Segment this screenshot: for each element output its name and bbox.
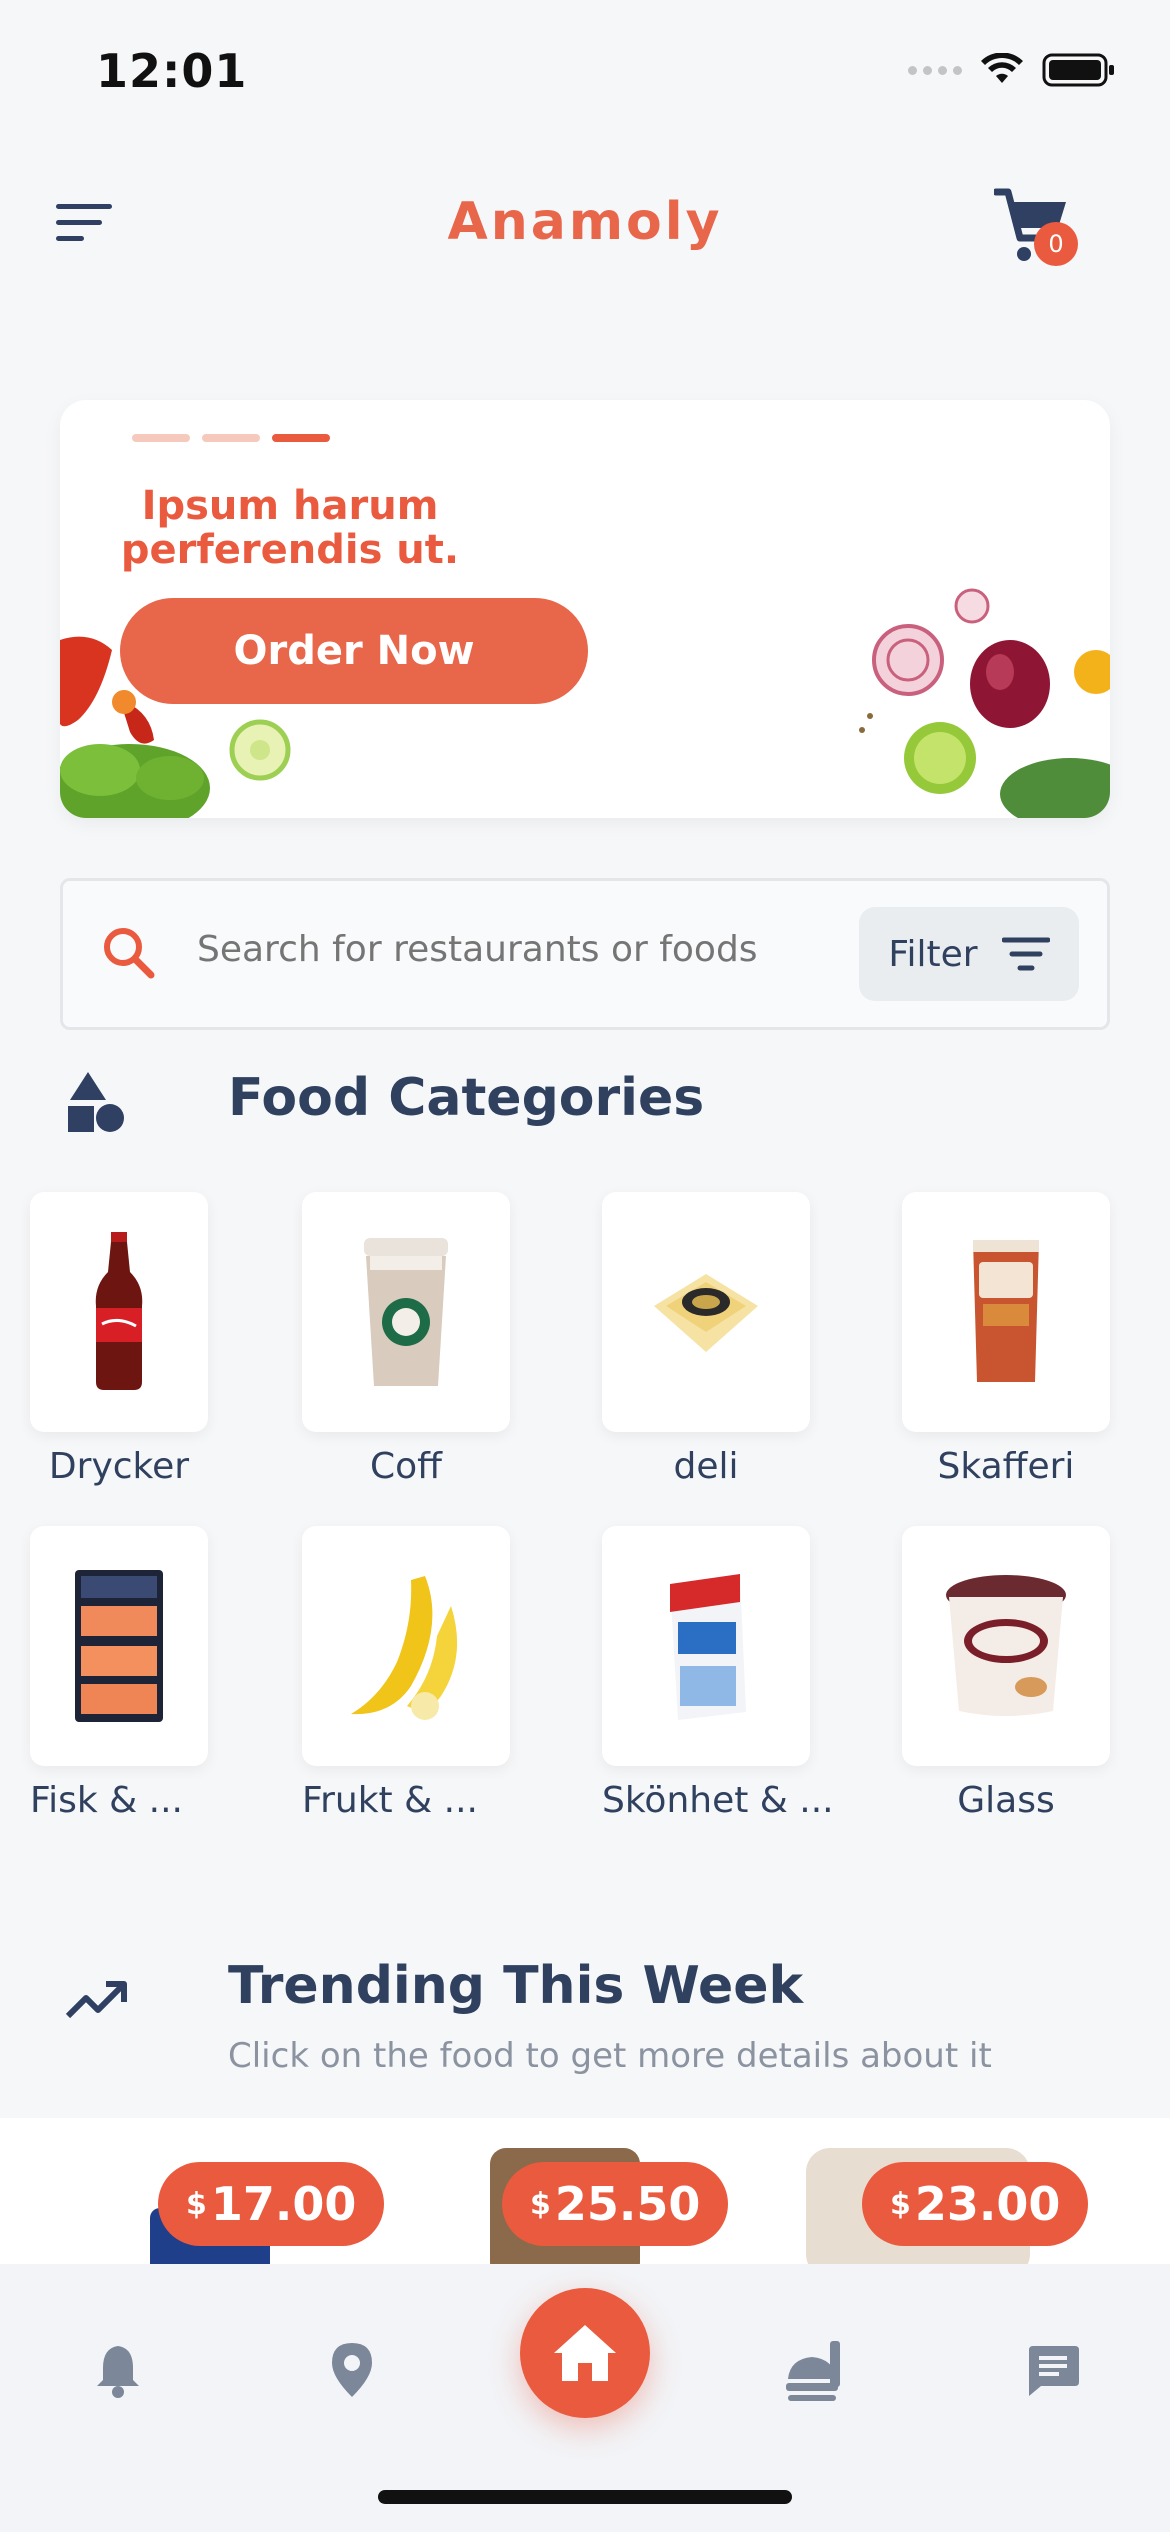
- status-time: 12:01: [96, 44, 248, 98]
- price-value: 17.00: [210, 2177, 357, 2231]
- tab-food[interactable]: [776, 2330, 856, 2410]
- search-input[interactable]: [197, 929, 757, 970]
- cart-count-badge: 0: [1034, 222, 1078, 266]
- vegetables-right-illustration: [859, 588, 1110, 818]
- category-tile-frukt[interactable]: [302, 1526, 510, 1766]
- category-label: deli: [673, 1446, 739, 1487]
- fish-package-icon: [75, 1570, 163, 1722]
- promo-banner[interactable]: Ipsum harum perferendis ut. Order Now: [60, 400, 1110, 818]
- category-label: Skafferi: [937, 1446, 1075, 1487]
- category-label: Frukt & ...: [302, 1780, 478, 1821]
- trending-subtitle: Click on the food to get more details ab…: [228, 2036, 992, 2076]
- tab-location[interactable]: [312, 2330, 392, 2410]
- shapes-icon: [68, 1072, 124, 1132]
- price-currency: $: [530, 2186, 551, 2222]
- status-indicators: [908, 52, 1116, 88]
- category-tile-deli[interactable]: [602, 1192, 810, 1432]
- pasta-bag-icon: [973, 1240, 1039, 1382]
- tab-notifications[interactable]: [78, 2330, 158, 2410]
- price-value: 25.50: [554, 2177, 701, 2231]
- soda-bottle-icon: [95, 1232, 143, 1390]
- location-pin-icon: [332, 2343, 372, 2397]
- banana-icon: [351, 1576, 458, 1720]
- filter-button[interactable]: Filter: [859, 907, 1079, 1001]
- home-indicator: [378, 2490, 792, 2504]
- vegetables-left-illustration: [60, 636, 291, 818]
- category-label: Glass: [957, 1780, 1055, 1821]
- cart-button[interactable]: 0: [992, 186, 1086, 268]
- coffee-cup-icon: [364, 1238, 448, 1386]
- tab-messages[interactable]: [1012, 2330, 1092, 2410]
- home-icon: [554, 2325, 616, 2381]
- price-currency: $: [186, 2186, 207, 2222]
- filter-label: Filter: [888, 933, 978, 975]
- cheese-icon: [654, 1274, 758, 1352]
- ice-cream-icon: [946, 1575, 1066, 1716]
- trending-title: Trending This Week: [228, 1956, 804, 2016]
- carousel-dot-active[interactable]: [272, 434, 330, 442]
- chat-icon: [1029, 2346, 1079, 2396]
- tab-home[interactable]: [520, 2288, 650, 2418]
- price-badge: $ 25.50: [502, 2162, 729, 2246]
- price-badge: $ 17.00: [158, 2162, 385, 2246]
- price-currency: $: [890, 2186, 911, 2222]
- banner-headline: Ipsum harum perferendis ut.: [120, 483, 460, 573]
- carousel-dot[interactable]: [132, 434, 190, 442]
- category-tile-fisk[interactable]: [30, 1526, 208, 1766]
- bell-icon: [97, 2346, 139, 2398]
- price-value: 23.00: [914, 2177, 1061, 2231]
- category-tile-coff[interactable]: [302, 1192, 510, 1432]
- food-categories-title: Food Categories: [228, 1068, 705, 1128]
- trending-up-icon: [65, 1981, 127, 2019]
- food-icon: [786, 2341, 840, 2401]
- price-badge: $ 23.00: [862, 2162, 1089, 2246]
- category-tile-drycker[interactable]: [30, 1192, 208, 1432]
- category-label: Fisk & ...: [30, 1780, 183, 1821]
- carousel-dot[interactable]: [202, 434, 260, 442]
- carousel-dots: [132, 434, 330, 442]
- category-tile-glass[interactable]: [902, 1526, 1110, 1766]
- trending-list: $ 17.00 $ 25.50 $ 23.00: [0, 2118, 1170, 2264]
- category-label: Skönhet & ...: [602, 1780, 834, 1821]
- box-package-icon: [670, 1574, 746, 1720]
- filter-icon: [1001, 937, 1050, 971]
- wifi-icon: [981, 53, 1023, 83]
- category-label: Coff: [370, 1446, 442, 1487]
- search-bar: Filter: [60, 878, 1110, 1030]
- signal-icon: [908, 65, 962, 75]
- category-tile-skafferi[interactable]: [902, 1192, 1110, 1432]
- search-icon: [104, 928, 155, 979]
- category-label: Drycker: [48, 1446, 190, 1487]
- category-tile-skonhet[interactable]: [602, 1526, 810, 1766]
- battery-icon: [1042, 53, 1114, 87]
